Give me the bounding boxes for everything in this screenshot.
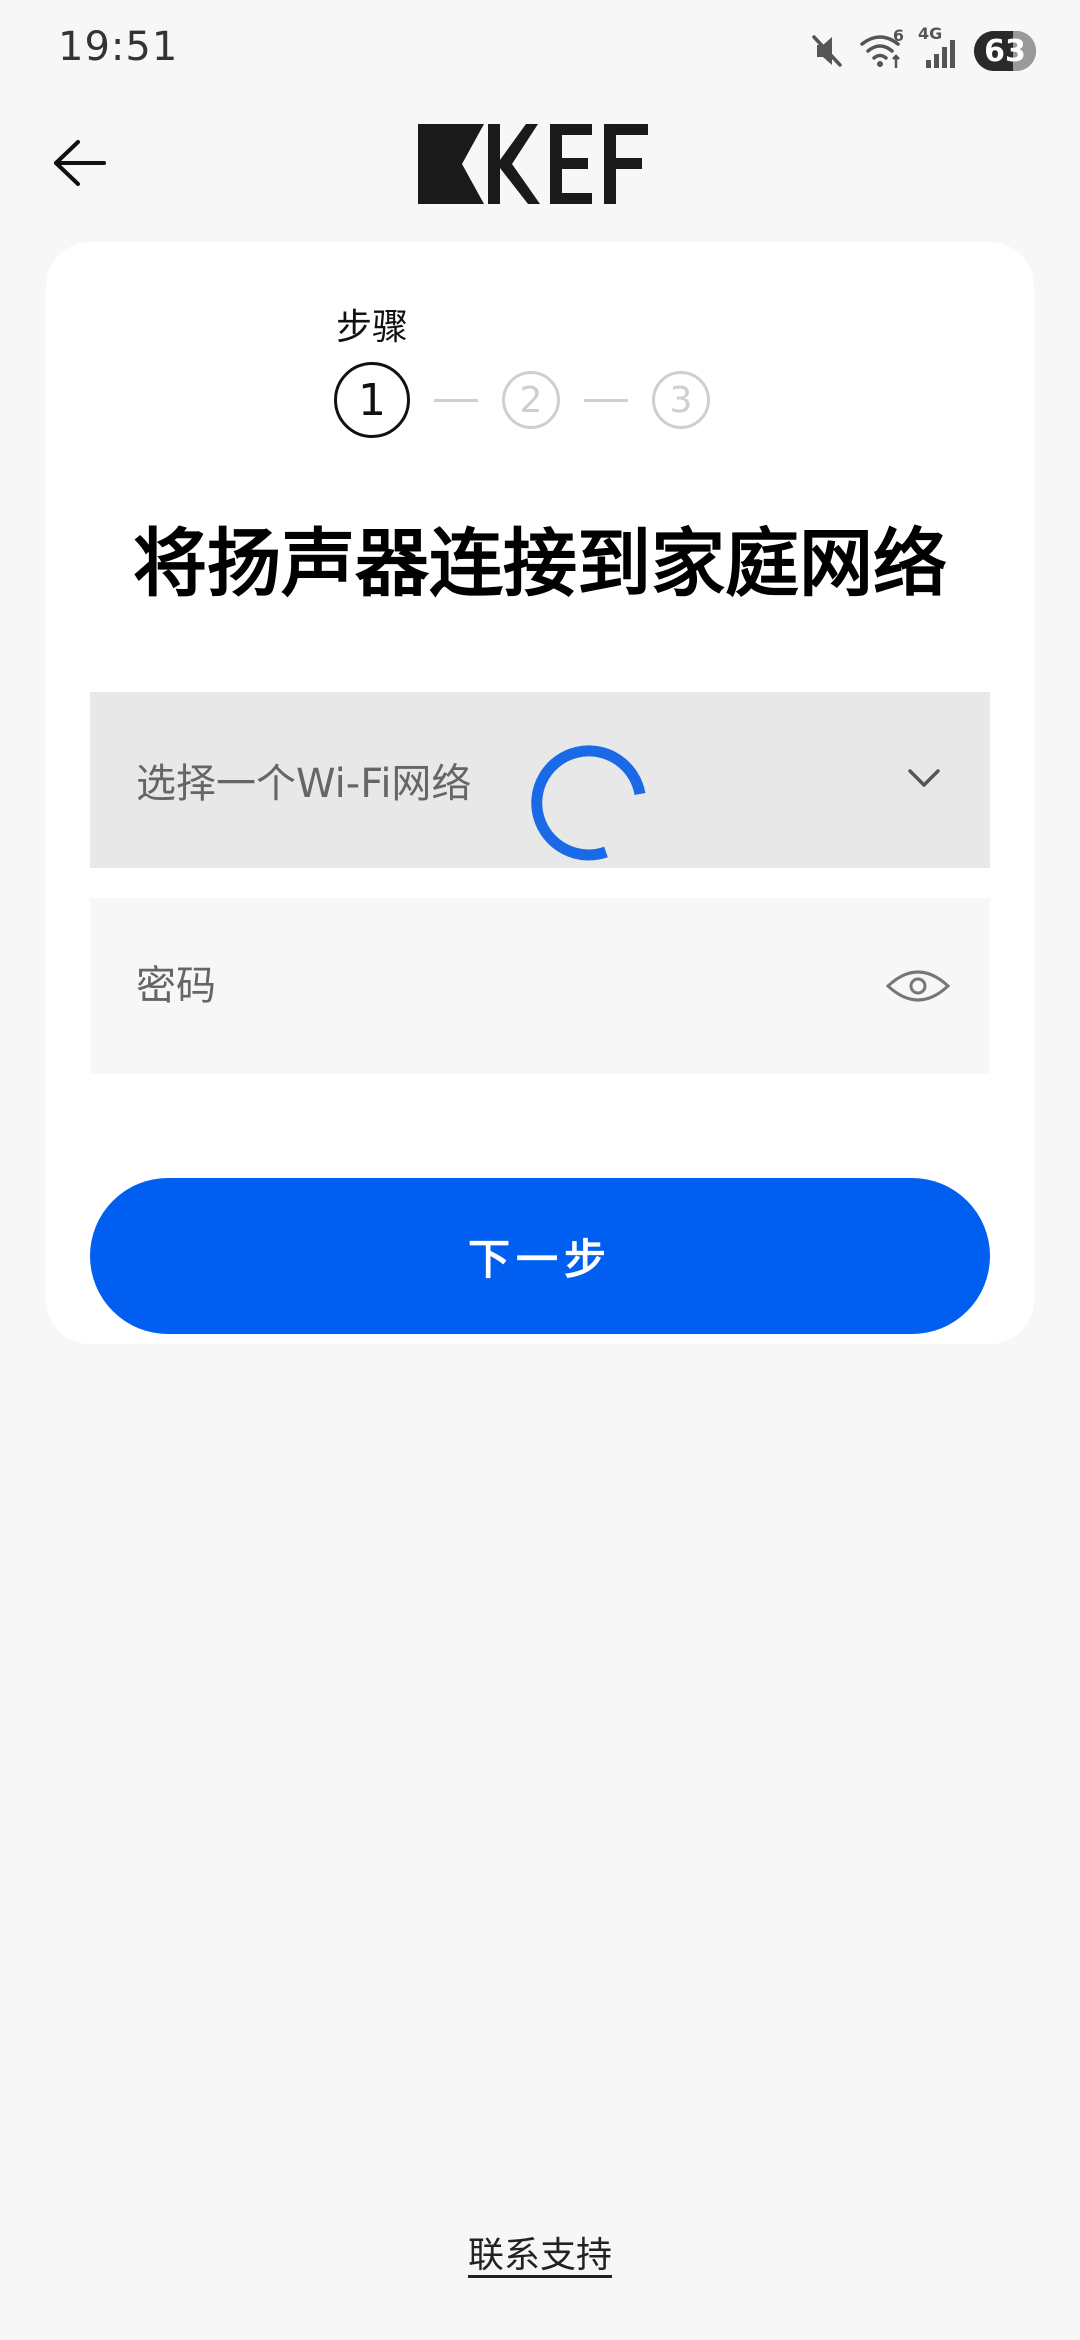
show-password-toggle[interactable] [882, 956, 954, 1016]
arrow-left-icon [54, 140, 106, 186]
kef-logo [418, 124, 662, 204]
page-title: 将扬声器连接到家庭网络 [133, 521, 947, 607]
wifi-label: 6 [892, 26, 904, 45]
password-field[interactable] [90, 898, 990, 1074]
eye-icon [885, 970, 951, 1002]
step-2: 2 [502, 371, 560, 429]
battery-icon: 63 [974, 31, 1036, 71]
setup-card: 步骤 1 2 3 将扬声器连接到家庭网络 选择一个Wi-Fi网络 下一步 [46, 242, 1034, 1344]
contact-support-link[interactable]: 联系支持 [0, 2226, 1080, 2278]
status-icons: 6 4G 63 [810, 24, 1036, 74]
password-input[interactable] [136, 963, 882, 1009]
wifi-network-select[interactable]: 选择一个Wi-Fi网络 [90, 692, 990, 868]
chevron-down-icon [904, 765, 944, 795]
wifi-icon: 6 [858, 26, 906, 70]
next-button[interactable]: 下一步 [90, 1178, 990, 1334]
loading-spinner-icon [528, 744, 648, 868]
status-bar: 19:51 6 4G 63 [0, 0, 1080, 100]
wifi-select-placeholder: 选择一个Wi-Fi网络 [136, 761, 472, 807]
back-button[interactable] [40, 128, 120, 198]
step-connector [584, 398, 628, 402]
mute-icon [810, 33, 844, 69]
step-connector [434, 398, 478, 402]
step-1: 1 [334, 362, 410, 438]
network-type-label: 4G [918, 24, 943, 43]
status-time: 19:51 [58, 24, 179, 70]
steps-label: 步骤 [336, 307, 409, 348]
cellular-signal-icon: 4G [918, 24, 960, 70]
battery-level: 63 [984, 33, 1026, 69]
stepper: 1 2 3 [334, 362, 710, 438]
step-3: 3 [652, 371, 710, 429]
